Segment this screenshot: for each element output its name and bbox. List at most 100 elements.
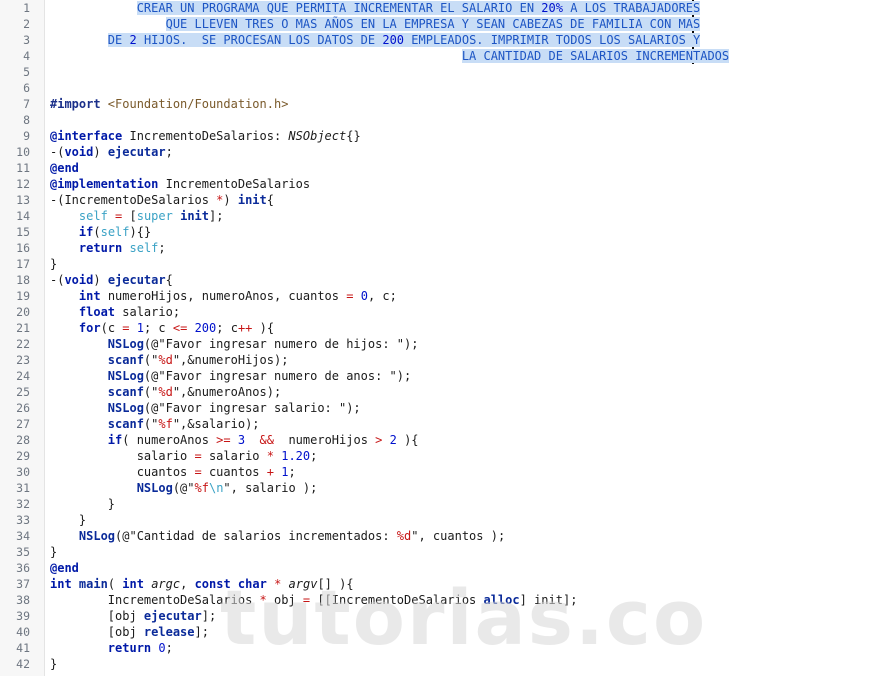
line-number: 17 [16,257,30,271]
code-line[interactable]: 27 scanf("%f",&salario); [0,416,880,432]
code-line[interactable]: 13 -(IncrementoDeSalarios *) init{ [0,192,880,208]
code-token: CREAR UN PROGRAMA QUE PERMITA INCREMENTA… [136,1,542,15]
code-line[interactable]: 22 NSLog(@"Favor ingresar numero de hijo… [0,336,880,352]
line-number: 5 [23,65,30,79]
code-token: ){} [129,225,152,239]
code-token: DE [107,33,130,47]
code-token: -( [50,145,65,159]
code-token: [obj [50,625,144,639]
code-token: \n [208,481,224,495]
code-token: for [78,321,101,335]
line-number: 24 [16,369,30,383]
line-number: 29 [16,449,30,463]
code-token: 0 [360,289,368,303]
line-number: 26 [16,401,30,415]
code-text: return 0; [50,640,173,656]
code-line[interactable]: 29 salario = salario * 1.20; [0,448,880,464]
code-line[interactable]: 20 float salario; [0,304,880,320]
code-token: scanf [107,385,144,399]
line-number: 28 [16,433,30,447]
code-token: && [259,433,274,447]
code-token: main [78,577,108,591]
code-line[interactable]: 1 CREAR UN PROGRAMA QUE PERMITA INCREMEN… [0,0,880,16]
code-line[interactable]: 4 LA CANTIDAD DE SALARIOS INCREMENTADOS [0,48,880,64]
code-line[interactable]: 6 [0,80,880,96]
code-token: @end [50,561,79,575]
code-token: (@"Favor ingresar salario: "); [143,401,361,415]
code-line[interactable]: 39 [obj ejecutar]; [0,608,880,624]
code-line[interactable]: 14 self = [super init]; [0,208,880,224]
code-editor[interactable]: 1 CREAR UN PROGRAMA QUE PERMITA INCREMEN… [0,0,880,700]
code-text: @end [50,160,79,176]
code-text: #import <Foundation/Foundation.h> [50,96,288,112]
code-line[interactable]: 7 #import <Foundation/Foundation.h> [0,96,880,112]
code-line[interactable]: 18 -(void) ejecutar{ [0,272,880,288]
code-line[interactable]: 24 NSLog(@"Favor ingresar numero de anos… [0,368,880,384]
code-line[interactable]: 10 -(void) ejecutar; [0,144,880,160]
code-token: ]; [201,609,217,623]
code-token: @end [50,161,79,175]
line-number: 22 [16,337,30,351]
code-line[interactable]: 33 } [0,512,880,528]
line-number: 37 [16,577,30,591]
code-token: } [50,657,58,671]
code-token: [ [122,209,137,223]
code-line[interactable]: 23 scanf("%d",&numeroHijos); [0,352,880,368]
code-line[interactable]: 32 } [0,496,880,512]
code-token: numeroHijos [274,433,376,447]
code-line[interactable]: 9 @interface IncrementoDeSalarios: NSObje… [0,128,880,144]
code-text: CREAR UN PROGRAMA QUE PERMITA INCREMENTA… [50,0,701,16]
code-line[interactable]: 37 int main( int argc, const char * argv[… [0,576,880,592]
code-line[interactable]: 17} [0,256,880,272]
code-line[interactable]: 21 for(c = 1; c <= 200; c++ ){ [0,320,880,336]
code-token: EMPLEADOS. IMPRIMIR TODOS LOS SALARIOS Y [404,33,701,47]
code-line[interactable]: 3 DE 2 HIJOS. SE PROCESAN LOS DATOS DE 2… [0,32,880,48]
line-number: 31 [16,481,30,495]
code-token: @implementation [50,177,159,191]
code-token: IncrementoDeSalarios [50,593,260,607]
code-line[interactable]: 5 [0,64,880,80]
code-line[interactable]: 30 cuantos = cuantos + 1; [0,464,880,480]
code-line[interactable]: 12 @implementation IncrementoDeSalarios [0,176,880,192]
code-line[interactable]: 16 return self; [0,240,880,256]
code-line[interactable]: 36 @end [0,560,880,576]
line-number: 23 [16,353,30,367]
code-token: self [129,241,159,255]
code-token: if [107,433,123,447]
code-token: const [194,577,231,591]
code-token: 1 [136,321,144,335]
code-line[interactable]: 25 scanf("%d",&numeroAnos); [0,384,880,400]
code-text: IncrementoDeSalarios * obj = [[Increment… [50,592,578,608]
code-line[interactable]: 2 QUE LLEVEN TRES O MAS AÑOS EN LA EMPRE… [0,16,880,32]
code-line[interactable]: 28 if( numeroAnos >= 3 && numeroHijos > … [0,432,880,448]
code-token: 20% [541,1,563,15]
code-text: int main( int argc, const char * argv[] … [50,576,354,592]
code-line[interactable]: 8 [0,112,880,128]
code-token: ) [93,145,108,159]
line-number: 20 [16,305,30,319]
code-line[interactable]: 19 int numeroHijos, numeroAnos, cuantos … [0,288,880,304]
code-line[interactable]: 34 NSLog(@"Cantidad de salarios incremen… [0,528,880,544]
code-line[interactable]: 40 [obj release]; [0,624,880,640]
code-token: IncrementoDeSalarios: [122,129,289,143]
code-line[interactable]: 41 return 0; [0,640,880,656]
line-number: 1 [23,1,30,15]
code-line[interactable]: 11 @end [0,160,880,176]
code-line[interactable]: 38 IncrementoDeSalarios * obj = [[Increm… [0,592,880,608]
code-line[interactable]: 26 NSLog(@"Favor ingresar salario: "); [0,400,880,416]
line-number: 32 [16,497,30,511]
code-token: ){ [396,433,419,447]
code-token: ( numeroAnos [122,433,217,447]
code-line[interactable]: 15 if(self){} [0,224,880,240]
code-line[interactable]: 42} [0,656,880,672]
code-token: 200 [382,33,405,47]
code-line[interactable]: 31 NSLog(@"%f\n", salario ); [0,480,880,496]
code-token: {} [346,129,361,143]
code-line[interactable]: 35} [0,544,880,560]
code-token: <= [172,321,188,335]
